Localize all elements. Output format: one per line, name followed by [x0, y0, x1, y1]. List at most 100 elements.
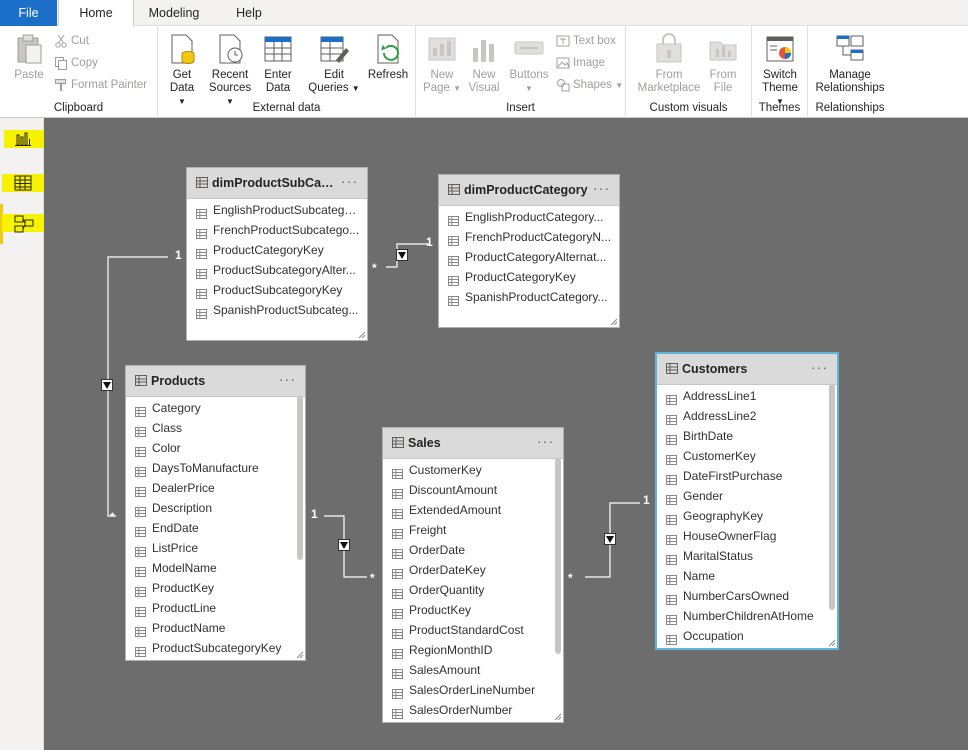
field-item[interactable]: DiscountAmount	[383, 480, 563, 500]
field-item[interactable]: SpanishProductCategory...	[439, 287, 619, 307]
field-item[interactable]: HouseOwnerFlag	[657, 526, 837, 546]
field-item[interactable]: Class	[126, 418, 305, 438]
table-sales[interactable]: Sales ··· CustomerKey DiscountAmount Extende…	[382, 427, 564, 723]
field-item[interactable]: FrenchProductSubcatego...	[187, 220, 367, 240]
resize-handle-icon[interactable]	[828, 639, 836, 647]
tab-home[interactable]: Home	[58, 0, 134, 27]
enter-data-button[interactable]: Enter Data	[262, 32, 294, 95]
field-item[interactable]: Category	[126, 398, 305, 418]
buttons-button[interactable]: Buttons ▼	[506, 32, 552, 95]
field-item[interactable]: FrenchProductCategoryN...	[439, 227, 619, 247]
field-item[interactable]: ModelName	[126, 558, 305, 578]
field-item[interactable]: ProductCategoryAlternat...	[439, 247, 619, 267]
field-item[interactable]: OrderDate	[383, 540, 563, 560]
field-item[interactable]: ProductStandardCost	[383, 620, 563, 640]
field-item[interactable]: SalesOrderNumber	[383, 700, 563, 720]
tab-file[interactable]: File	[0, 0, 57, 26]
field-item[interactable]: ProductCategoryKey	[439, 267, 619, 287]
field-item[interactable]: Gender	[657, 486, 837, 506]
field-item[interactable]: Freight	[383, 520, 563, 540]
field-item[interactable]: Occupation	[657, 626, 837, 646]
from-file-button[interactable]: From File	[706, 32, 740, 95]
field-item[interactable]: OrderQuantity	[383, 580, 563, 600]
field-item[interactable]: GeographyKey	[657, 506, 837, 526]
field-item[interactable]: DateFirstPurchase	[657, 466, 837, 486]
more-options-icon[interactable]: ···	[537, 433, 554, 449]
field-item[interactable]: EnglishProductSubcatego...	[187, 200, 367, 220]
field-item[interactable]: DaysToManufacture	[126, 458, 305, 478]
tab-help[interactable]: Help	[214, 0, 284, 26]
model-view-button[interactable]	[0, 204, 56, 244]
table-products[interactable]: Products ··· Category Class Color DaysToManuf…	[125, 365, 306, 661]
paste-button[interactable]: Paste	[10, 32, 48, 82]
field-item[interactable]: ProductSubcategoryKey	[126, 638, 305, 658]
field-item[interactable]: EnglishProductCategory...	[439, 207, 619, 227]
field-item[interactable]: Description	[126, 498, 305, 518]
table-header[interactable]: dimProductCategory ···	[439, 175, 619, 206]
field-item[interactable]: ListPrice	[126, 538, 305, 558]
field-item[interactable]: NumberCarsOwned	[657, 586, 837, 606]
field-item[interactable]: AddressLine2	[657, 406, 837, 426]
scrollbar-thumb[interactable]	[555, 458, 561, 654]
cut-button[interactable]: Cut	[54, 32, 89, 50]
table-header[interactable]: Products ···	[126, 366, 305, 397]
scrollbar-thumb[interactable]	[829, 384, 835, 610]
more-options-icon[interactable]: ···	[279, 371, 296, 387]
new-visual-button[interactable]: New Visual	[466, 32, 502, 95]
field-item[interactable]: BirthDate	[657, 426, 837, 446]
field-item[interactable]: SalesOrderLineNumber	[383, 680, 563, 700]
table-dimproductsubcategory[interactable]: dimProductSubCate... ··· EnglishProductSub…	[186, 167, 368, 341]
field-item[interactable]: MaritalStatus	[657, 546, 837, 566]
model-canvas[interactable]: 1 * * 1 1 * * 1 dimProductSubCate... ··· E…	[44, 118, 968, 750]
field-item[interactable]: RegionMonthID	[383, 640, 563, 660]
more-options-icon[interactable]: ···	[811, 359, 828, 375]
edit-queries-button[interactable]: Edit Queries ▼	[308, 32, 360, 95]
new-page-button[interactable]: New Page ▼	[422, 32, 462, 95]
field-item[interactable]: ProductName	[126, 618, 305, 638]
manage-relationships-button[interactable]: Manage Relationships	[812, 32, 888, 95]
field-item[interactable]: ProductSubcategoryKey	[187, 280, 367, 300]
field-item[interactable]: ProductSubcategoryAlter...	[187, 260, 367, 280]
tab-modeling[interactable]: Modeling	[134, 0, 214, 26]
resize-handle-icon[interactable]	[358, 331, 366, 339]
field-item[interactable]: EndDate	[126, 518, 305, 538]
field-item[interactable]: ProductKey	[126, 578, 305, 598]
more-options-icon[interactable]: ···	[341, 173, 358, 189]
field-item[interactable]: Color	[126, 438, 305, 458]
resize-handle-icon[interactable]	[296, 651, 304, 659]
field-item[interactable]: CustomerKey	[657, 446, 837, 466]
data-view-button[interactable]	[0, 164, 56, 204]
resize-handle-icon[interactable]	[610, 318, 618, 326]
rel-category-subcategory[interactable]	[386, 243, 430, 268]
from-marketplace-button[interactable]: From Marketplace	[636, 32, 702, 95]
table-dimproductcategory[interactable]: dimProductCategory ··· EnglishProductCateg…	[438, 174, 620, 328]
switch-theme-button[interactable]: Switch Theme ▼	[758, 32, 802, 108]
more-options-icon[interactable]: ···	[593, 180, 610, 196]
field-item[interactable]: ProductLine	[126, 598, 305, 618]
image-button[interactable]: Image	[556, 54, 605, 72]
field-item[interactable]: NumberChildrenAtHome	[657, 606, 837, 626]
field-item[interactable]: SalesAmount	[383, 660, 563, 680]
shapes-button[interactable]: Shapes ▼	[556, 76, 623, 94]
copy-button[interactable]: Copy	[54, 54, 98, 72]
text-box-button[interactable]: Text box	[556, 32, 616, 50]
get-data-button[interactable]: Get Data ▼	[166, 32, 198, 108]
field-item[interactable]: ProductCategoryKey	[187, 240, 367, 260]
field-item[interactable]: DealerPrice	[126, 478, 305, 498]
table-customers[interactable]: Customers ··· AddressLine1 AddressLine2 Birt…	[655, 352, 839, 650]
scrollbar-thumb[interactable]	[297, 396, 303, 560]
field-item[interactable]: SpanishProductSubcateg...	[187, 300, 367, 320]
field-item[interactable]: OrderDateKey	[383, 560, 563, 580]
field-item[interactable]: Name	[657, 566, 837, 586]
field-item[interactable]: CustomerKey	[383, 460, 563, 480]
table-header[interactable]: Sales ···	[383, 428, 563, 459]
resize-handle-icon[interactable]	[554, 713, 562, 721]
table-header[interactable]: dimProductSubCate... ···	[187, 168, 367, 199]
recent-sources-button[interactable]: Recent Sources ▼	[204, 32, 256, 108]
table-header[interactable]: Customers ···	[657, 354, 837, 385]
report-view-button[interactable]	[0, 120, 52, 160]
field-item[interactable]: AddressLine1	[657, 386, 837, 406]
format-painter-button[interactable]: Format Painter	[54, 76, 147, 94]
refresh-button[interactable]: Refresh	[366, 32, 410, 82]
field-item[interactable]: ProductKey	[383, 600, 563, 620]
